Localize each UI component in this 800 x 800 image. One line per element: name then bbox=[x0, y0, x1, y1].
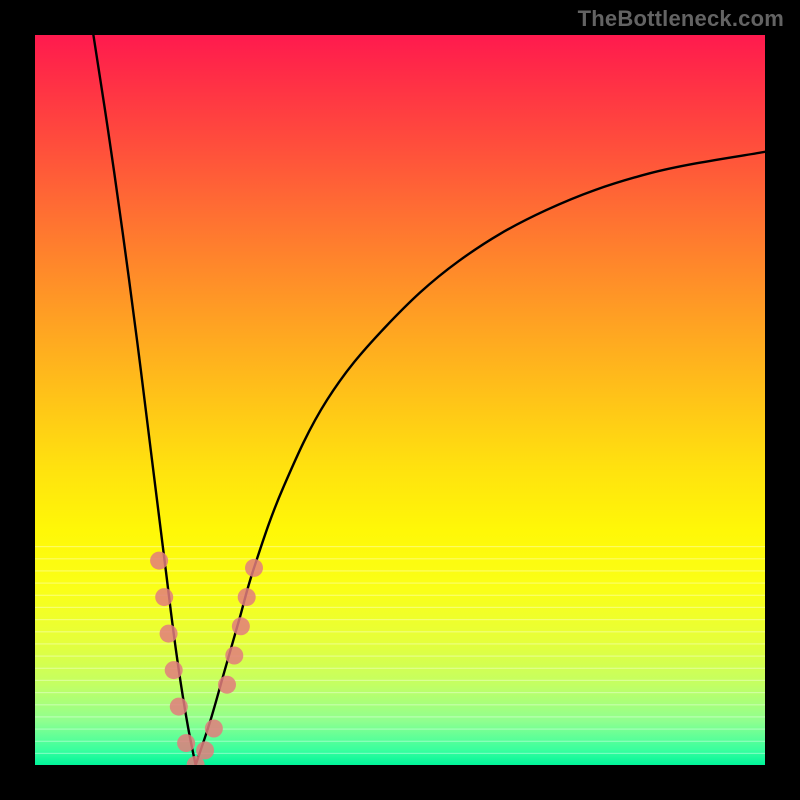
data-marker bbox=[232, 617, 250, 635]
highlight-band bbox=[35, 741, 765, 742]
highlight-band bbox=[35, 583, 765, 584]
highlight-band bbox=[35, 656, 765, 657]
highlight-band bbox=[35, 704, 765, 705]
highlight-band bbox=[35, 558, 765, 559]
curve-svg bbox=[35, 35, 765, 765]
data-marker bbox=[245, 559, 263, 577]
data-marker bbox=[205, 720, 223, 738]
data-marker bbox=[218, 676, 236, 694]
highlight-band bbox=[35, 680, 765, 681]
data-marker bbox=[155, 588, 173, 606]
plot-area bbox=[35, 35, 765, 765]
data-marker bbox=[165, 661, 183, 679]
data-marker bbox=[160, 625, 178, 643]
data-marker bbox=[170, 698, 188, 716]
data-marker bbox=[150, 552, 168, 570]
highlight-band bbox=[35, 692, 765, 693]
watermark-text: TheBottleneck.com bbox=[578, 6, 784, 32]
highlight-band bbox=[35, 570, 765, 571]
highlight-band bbox=[35, 729, 765, 730]
highlight-band bbox=[35, 716, 765, 717]
highlight-band bbox=[35, 643, 765, 644]
data-marker bbox=[196, 741, 214, 759]
highlight-band bbox=[35, 753, 765, 754]
data-marker bbox=[225, 647, 243, 665]
chart-frame: TheBottleneck.com bbox=[0, 0, 800, 800]
highlight-band bbox=[35, 607, 765, 608]
highlight-bands bbox=[35, 546, 765, 754]
highlight-band bbox=[35, 668, 765, 669]
highlight-band bbox=[35, 631, 765, 632]
highlight-band bbox=[35, 595, 765, 596]
highlight-band bbox=[35, 619, 765, 620]
data-marker bbox=[177, 734, 195, 752]
curve-right-branch bbox=[196, 152, 765, 765]
data-marker bbox=[238, 588, 256, 606]
highlight-band bbox=[35, 546, 765, 547]
